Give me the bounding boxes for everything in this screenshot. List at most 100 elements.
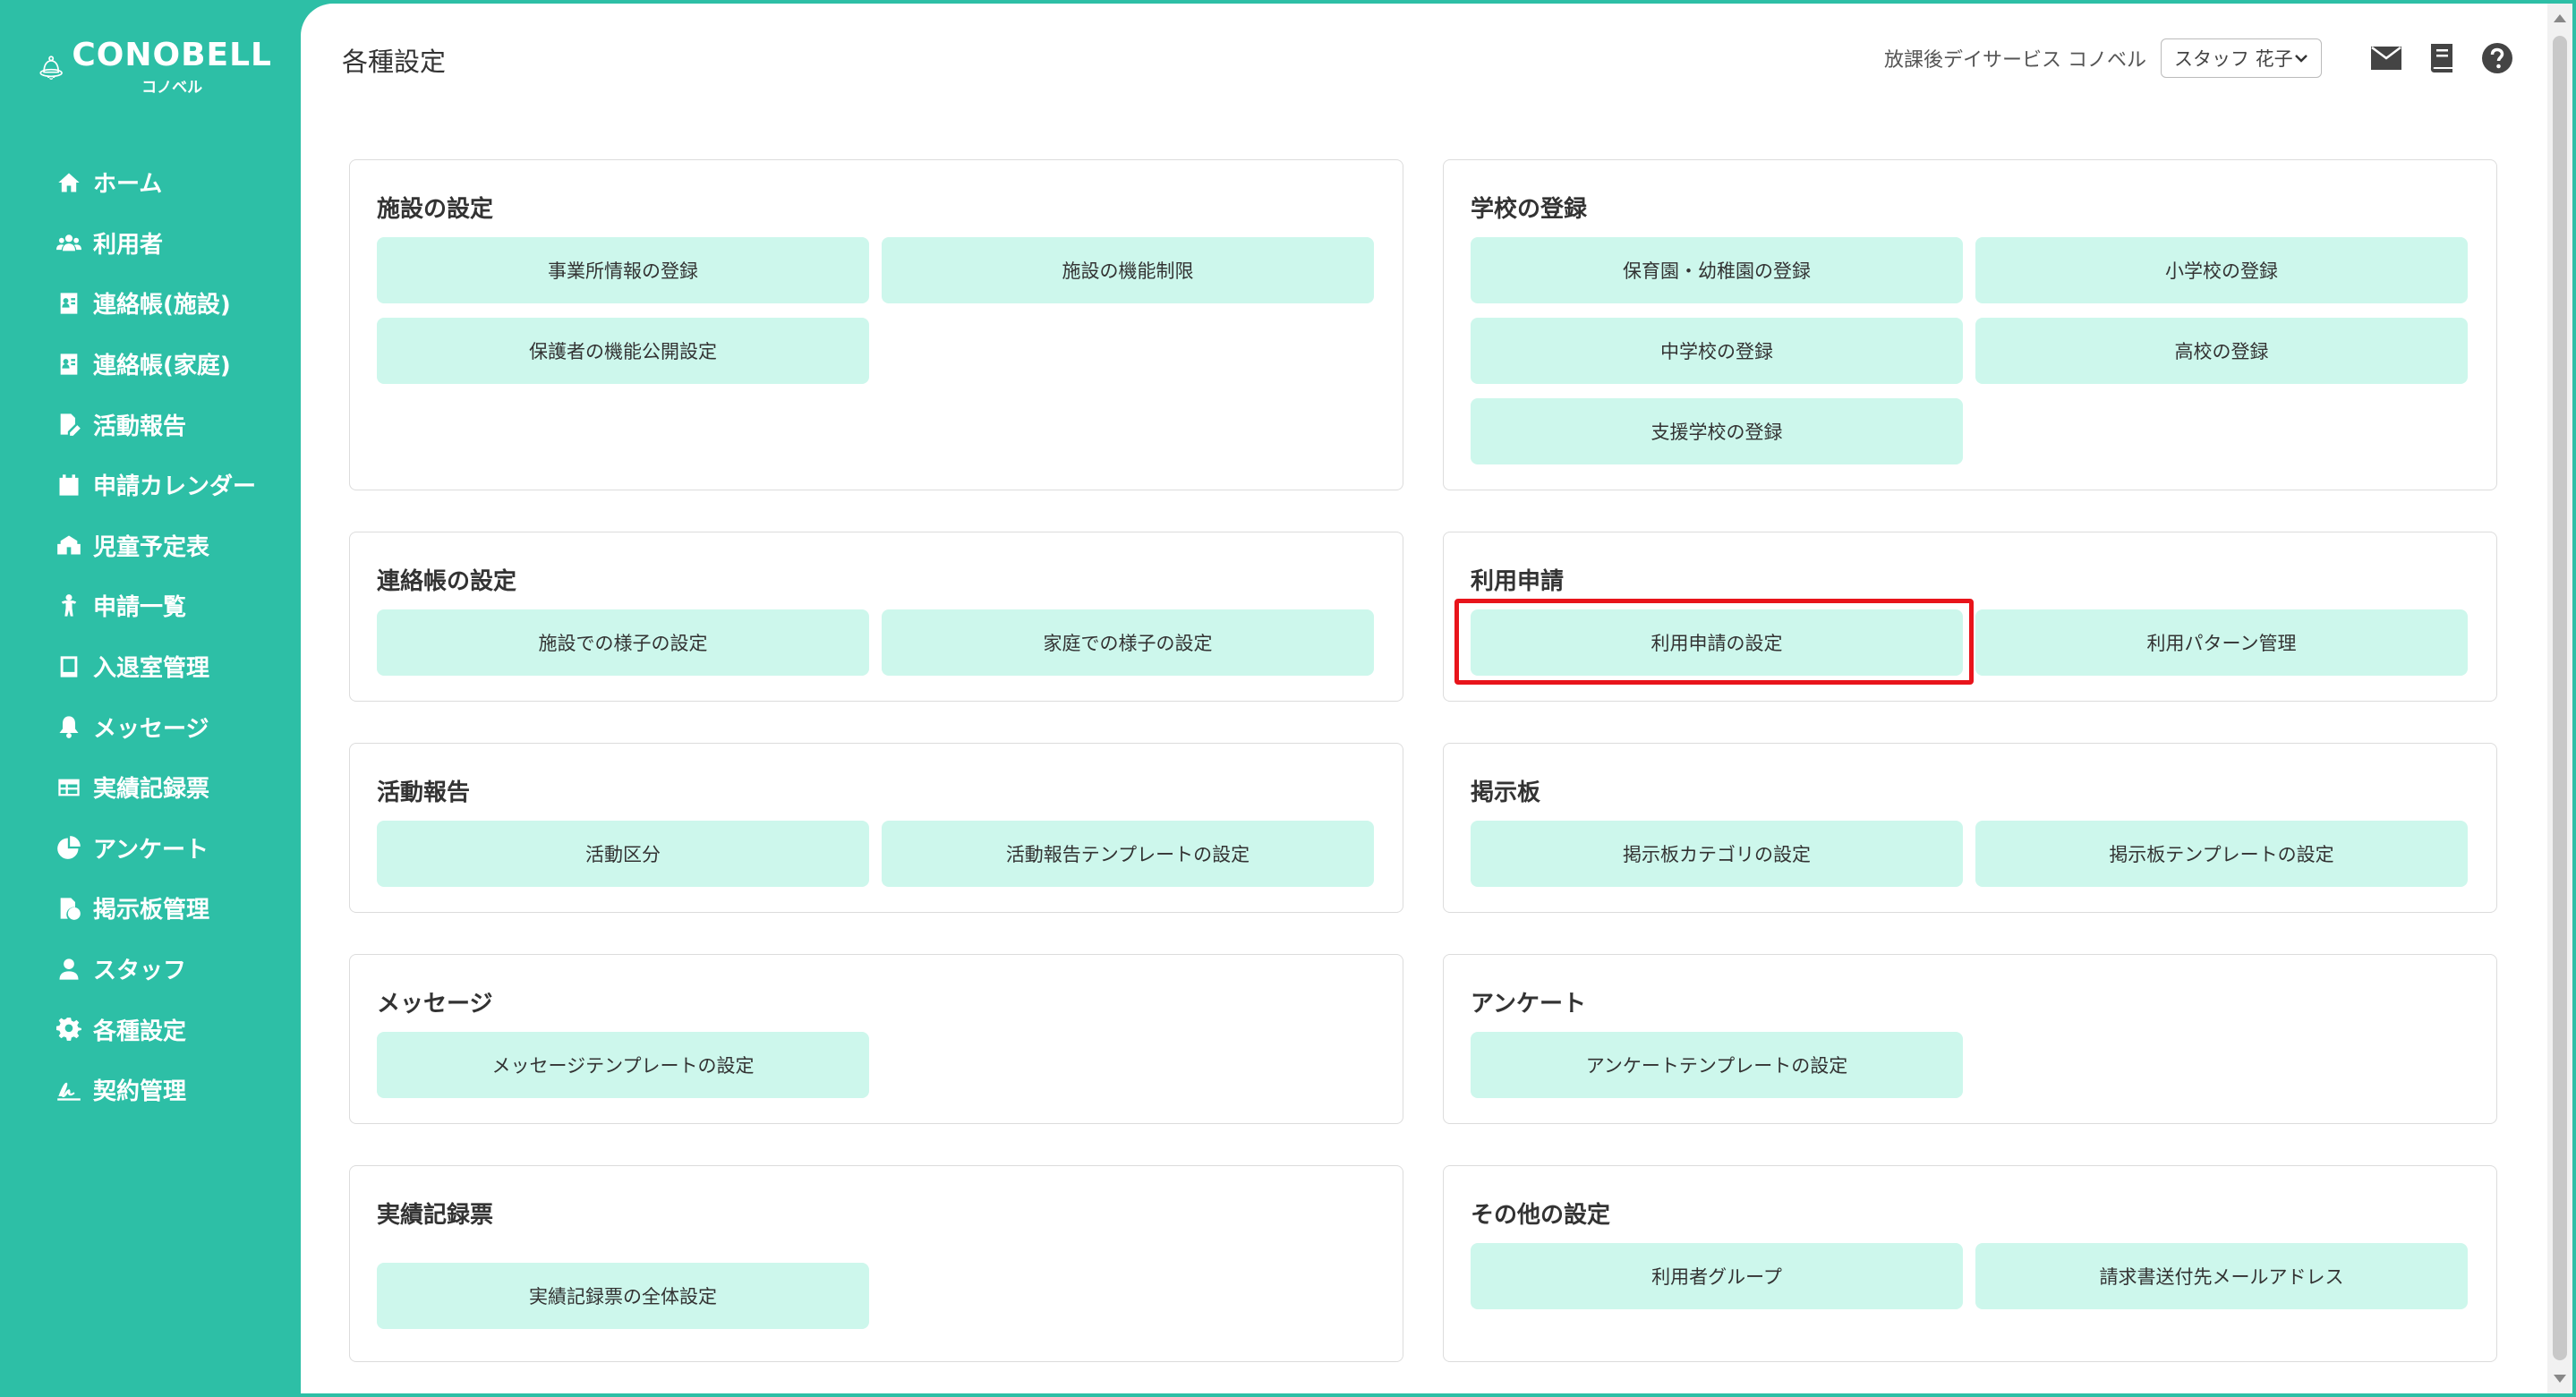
card-title: 活動報告 bbox=[377, 779, 471, 806]
card-title: 実績記録票 bbox=[377, 1202, 494, 1229]
sidebar-item-contact-facility[interactable]: 連絡帳(施設) bbox=[0, 273, 301, 334]
sidebar-item-label: 入退室管理 bbox=[93, 655, 210, 683]
card-school-registration: 学校の登録 保育園・幼稚園の登録 小学校の登録 中学校の登録 高校の登録 支援学… bbox=[1443, 159, 2497, 490]
sidebar-item-label: 連絡帳(施設) bbox=[93, 292, 231, 319]
sidebar-item-survey[interactable]: アンケート bbox=[0, 818, 301, 879]
sidebar-item-staff[interactable]: スタッフ bbox=[0, 939, 301, 1000]
card-message: メッセージ メッセージテンプレートの設定 bbox=[349, 954, 1403, 1124]
card-title: メッセージ bbox=[377, 991, 493, 1018]
gear-icon bbox=[55, 1016, 82, 1043]
card-title: 施設の設定 bbox=[377, 196, 494, 223]
card-bulletin-board: 掲示板 掲示板カテゴリの設定 掲示板テンプレートの設定 bbox=[1443, 743, 2497, 913]
card-title: アンケート bbox=[1471, 991, 1586, 1018]
main-panel: 各種設定 放課後デイサービス コノベル スタッフ 花子 施設の設定 事業所情報の… bbox=[301, 4, 2547, 1393]
home-icon bbox=[55, 169, 82, 196]
sidebar-item-label: 申請一覧 bbox=[93, 594, 187, 622]
tablet-icon bbox=[55, 653, 82, 680]
chevron-down-icon bbox=[2295, 55, 2307, 63]
page-title: 各種設定 bbox=[342, 47, 447, 77]
sidebar-item-record-sheet[interactable]: 実績記録票 bbox=[0, 757, 301, 818]
sidebar-item-label: 各種設定 bbox=[93, 1018, 187, 1045]
sidebar-item-child-schedule[interactable]: 児童予定表 bbox=[0, 515, 301, 576]
card-facility-settings: 施設の設定 事業所情報の登録 施設の機能制限 保護者の機能公開設定 bbox=[349, 159, 1403, 490]
board-category-button[interactable]: 掲示板カテゴリの設定 bbox=[1471, 821, 1963, 887]
brand-sub: コノベル bbox=[141, 79, 203, 97]
sidebar: CONOBELL コノベル ホーム 利用者 連絡帳(施設) 連絡帳(家庭) 活動… bbox=[0, 0, 301, 1397]
signature-icon bbox=[55, 1077, 82, 1103]
manual-book-icon[interactable] bbox=[2424, 40, 2460, 76]
sidebar-item-label: 掲示板管理 bbox=[93, 897, 210, 924]
card-survey: アンケート アンケートテンプレートの設定 bbox=[1443, 954, 2497, 1124]
sidebar-item-attendance[interactable]: 入退室管理 bbox=[0, 636, 301, 697]
users-icon bbox=[55, 229, 82, 256]
usage-application-setting-button[interactable]: 利用申請の設定 bbox=[1471, 609, 1963, 676]
mail-icon[interactable] bbox=[2368, 40, 2404, 76]
board-template-button[interactable]: 掲示板テンプレートの設定 bbox=[1975, 821, 2468, 887]
brand-logo[interactable]: CONOBELL コノベル bbox=[39, 34, 272, 101]
pie-chart-icon bbox=[55, 834, 82, 861]
sidebar-item-label: 活動報告 bbox=[93, 413, 187, 440]
sidebar-item-board[interactable]: 掲示板管理 bbox=[0, 878, 301, 939]
survey-template-button[interactable]: アンケートテンプレートの設定 bbox=[1471, 1032, 1963, 1098]
calendar-icon bbox=[55, 472, 82, 498]
sidebar-item-label: 実績記録票 bbox=[93, 776, 210, 804]
vertical-scrollbar[interactable] bbox=[2547, 4, 2572, 1393]
sidebar-item-request-calendar[interactable]: 申請カレンダー bbox=[0, 455, 301, 515]
sidebar-item-label: 連絡帳(家庭) bbox=[93, 353, 231, 380]
contact-book-icon bbox=[55, 290, 82, 317]
card-title: 利用申請 bbox=[1471, 568, 1565, 595]
message-template-button[interactable]: メッセージテンプレートの設定 bbox=[377, 1032, 869, 1098]
file-edit-icon bbox=[55, 411, 82, 438]
bell-logo-icon bbox=[39, 55, 63, 80]
sidebar-item-message[interactable]: メッセージ bbox=[0, 696, 301, 757]
sidebar-item-label: 利用者 bbox=[93, 231, 164, 259]
bell-icon bbox=[55, 713, 82, 740]
scroll-thumb[interactable] bbox=[2553, 36, 2567, 1360]
brand-name: CONOBELL bbox=[72, 37, 272, 73]
facility-status-setting-button[interactable]: 施設での様子の設定 bbox=[377, 609, 869, 676]
staff-select[interactable]: スタッフ 花子 bbox=[2161, 38, 2322, 78]
staff-select-value: スタッフ 花子 bbox=[2174, 48, 2293, 70]
support-school-register-button[interactable]: 支援学校の登録 bbox=[1471, 398, 1963, 464]
child-icon bbox=[55, 592, 82, 619]
home-status-setting-button[interactable]: 家庭での様子の設定 bbox=[882, 609, 1374, 676]
user-icon bbox=[55, 956, 82, 983]
facility-info-button[interactable]: 事業所情報の登録 bbox=[377, 237, 869, 303]
junior-high-register-button[interactable]: 中学校の登録 bbox=[1471, 318, 1963, 384]
high-school-register-button[interactable]: 高校の登録 bbox=[1975, 318, 2468, 384]
sidebar-item-request-list[interactable]: 申請一覧 bbox=[0, 575, 301, 636]
sidebar-item-label: ホーム bbox=[93, 171, 163, 199]
facility-function-limit-button[interactable]: 施設の機能制限 bbox=[882, 237, 1374, 303]
sidebar-item-home[interactable]: ホーム bbox=[0, 152, 301, 213]
scroll-up-icon[interactable] bbox=[2554, 14, 2566, 22]
header-actions: 放課後デイサービス コノベル スタッフ 花子 bbox=[1884, 38, 2515, 79]
nursery-register-button[interactable]: 保育園・幼稚園の登録 bbox=[1471, 237, 1963, 303]
sidebar-item-label: 申請カレンダー bbox=[93, 473, 257, 501]
sidebar-item-users[interactable]: 利用者 bbox=[0, 213, 301, 274]
contact-book-icon bbox=[55, 351, 82, 378]
user-group-button[interactable]: 利用者グループ bbox=[1471, 1243, 1963, 1309]
sidebar-item-activity-report[interactable]: 活動報告 bbox=[0, 394, 301, 455]
scroll-down-icon[interactable] bbox=[2554, 1375, 2566, 1383]
file-clock-icon bbox=[55, 895, 82, 922]
card-title: 連絡帳の設定 bbox=[377, 568, 517, 595]
card-contact-settings: 連絡帳の設定 施設での様子の設定 家庭での様子の設定 bbox=[349, 532, 1403, 702]
sidebar-item-contract[interactable]: 契約管理 bbox=[0, 1060, 301, 1120]
school-icon bbox=[55, 532, 82, 558]
record-global-setting-button[interactable]: 実績記録票の全体設定 bbox=[377, 1263, 869, 1329]
sidebar-item-settings[interactable]: 各種設定 bbox=[0, 999, 301, 1060]
card-title: 掲示板 bbox=[1471, 779, 1541, 806]
sidebar-item-contact-home[interactable]: 連絡帳(家庭) bbox=[0, 334, 301, 395]
guardian-feature-button[interactable]: 保護者の機能公開設定 bbox=[377, 318, 869, 384]
card-activity-report: 活動報告 活動区分 活動報告テンプレートの設定 bbox=[349, 743, 1403, 913]
card-title: 学校の登録 bbox=[1471, 196, 1588, 223]
help-icon[interactable] bbox=[2479, 40, 2515, 76]
activity-template-button[interactable]: 活動報告テンプレートの設定 bbox=[882, 821, 1374, 887]
activity-category-button[interactable]: 活動区分 bbox=[377, 821, 869, 887]
usage-pattern-button[interactable]: 利用パターン管理 bbox=[1975, 609, 2468, 676]
elementary-register-button[interactable]: 小学校の登録 bbox=[1975, 237, 2468, 303]
card-record-sheet: 実績記録票 実績記録票の全体設定 bbox=[349, 1165, 1403, 1362]
invoice-email-button[interactable]: 請求書送付先メールアドレス bbox=[1975, 1243, 2468, 1309]
sidebar-item-label: 契約管理 bbox=[93, 1078, 187, 1106]
card-usage-application: 利用申請 利用申請の設定 利用パターン管理 bbox=[1443, 532, 2497, 702]
